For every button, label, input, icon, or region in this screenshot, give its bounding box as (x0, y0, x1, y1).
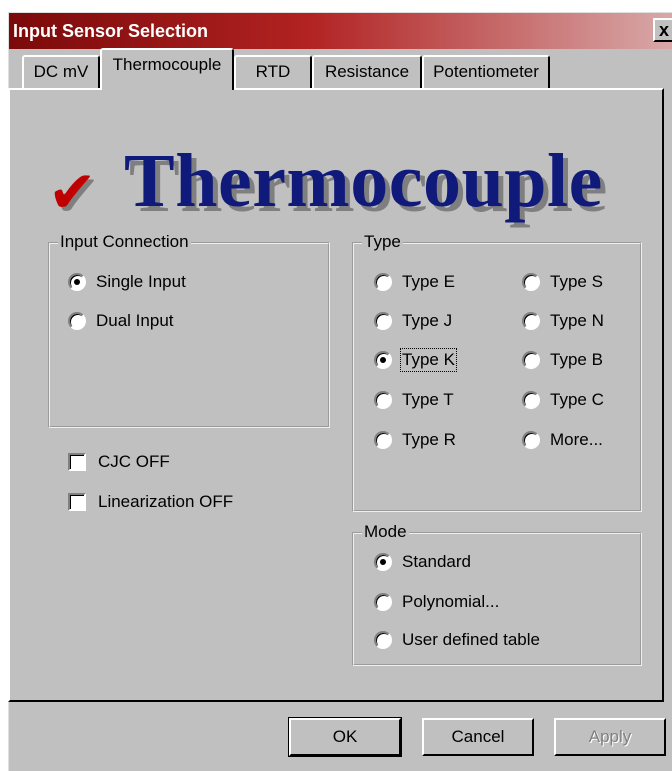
tab-label: Potentiometer (433, 62, 539, 81)
banner-title: Thermocouple (124, 139, 603, 223)
radio-label: Type S (550, 272, 603, 291)
tab-potentiometer[interactable]: Potentiometer (422, 55, 550, 88)
radio-type-e[interactable]: Type E (374, 270, 455, 294)
radio-indicator[interactable] (374, 431, 392, 449)
radio-standard[interactable]: Standard (374, 550, 471, 574)
checkbox-linearization-off[interactable]: Linearization OFF (68, 490, 233, 514)
radio-indicator[interactable] (374, 553, 392, 571)
checkbox-indicator[interactable] (68, 453, 86, 471)
radio-indicator[interactable] (522, 351, 540, 369)
tab-thermocouple[interactable]: Thermocouple (100, 48, 234, 90)
radio-indicator[interactable] (374, 593, 392, 611)
radio-label: Type E (402, 272, 455, 291)
tab-label: RTD (255, 62, 291, 81)
radio-indicator[interactable] (522, 273, 540, 291)
radio-indicator[interactable] (68, 273, 86, 291)
radio-type-r[interactable]: Type R (374, 428, 456, 452)
radio-label: Type T (402, 390, 454, 409)
cancel-button[interactable]: Cancel (422, 718, 534, 756)
radio-label: More... (550, 430, 603, 449)
checkbox-label: Linearization OFF (98, 492, 234, 511)
radio-indicator[interactable] (374, 273, 392, 291)
checkmark-icon: ✔ (48, 158, 97, 226)
radio-label: Standard (402, 552, 471, 571)
radio-dual-input[interactable]: Dual Input (68, 309, 174, 333)
radio-indicator[interactable] (522, 391, 540, 409)
checkbox-indicator[interactable] (68, 493, 86, 511)
radio-label: Type B (550, 350, 603, 369)
title-bar[interactable]: Input Sensor Selection x (9, 13, 672, 49)
tab-label: DC mV (33, 62, 89, 81)
tab-resistance[interactable]: Resistance (312, 55, 422, 88)
tab-label: Thermocouple (112, 55, 222, 74)
checkbox-cjc-off[interactable]: CJC OFF (68, 450, 170, 474)
radio-user-defined-table[interactable]: User defined table (374, 628, 540, 652)
thermocouple-banner: ✔ Thermocouple (48, 138, 648, 228)
radio-indicator[interactable] (68, 312, 86, 330)
tab-label: Resistance (324, 62, 410, 81)
group-label: Input Connection (58, 232, 191, 252)
apply-button[interactable]: Apply (554, 718, 666, 756)
radio-polynomial[interactable]: Polynomial... (374, 590, 499, 614)
radio-type-t[interactable]: Type T (374, 388, 454, 412)
window-title: Input Sensor Selection (13, 21, 209, 41)
radio-type-n[interactable]: Type N (522, 309, 604, 333)
radio-label: Type N (550, 311, 604, 330)
radio-type-b[interactable]: Type B (522, 348, 603, 372)
ok-button[interactable]: OK (288, 717, 402, 757)
radio-indicator[interactable] (374, 631, 392, 649)
radio-type-s[interactable]: Type S (522, 270, 603, 294)
radio-indicator[interactable] (522, 312, 540, 330)
radio-label: User defined table (402, 630, 540, 649)
group-label: Type (362, 232, 403, 252)
radio-label: Type C (550, 390, 604, 409)
close-button[interactable]: x (653, 18, 672, 42)
radio-type-c[interactable]: Type C (522, 388, 604, 412)
radio-indicator[interactable] (374, 351, 392, 369)
radio-type-k[interactable]: Type K (374, 348, 457, 372)
tab-dc-mv[interactable]: DC mV (22, 55, 100, 88)
radio-more[interactable]: More... (522, 428, 603, 452)
radio-label: Polynomial... (402, 592, 500, 611)
close-icon: x (658, 20, 669, 40)
radio-label: Type K (400, 348, 457, 372)
radio-indicator[interactable] (374, 312, 392, 330)
radio-label: Dual Input (96, 311, 174, 330)
checkbox-label: CJC OFF (98, 452, 170, 471)
radio-indicator[interactable] (374, 391, 392, 409)
radio-indicator[interactable] (522, 431, 540, 449)
group-label: Mode (362, 522, 409, 542)
radio-type-j[interactable]: Type J (374, 309, 452, 333)
tab-rtd[interactable]: RTD (234, 55, 312, 88)
radio-label: Single Input (96, 272, 186, 291)
radio-single-input[interactable]: Single Input (68, 270, 186, 294)
radio-label: Type R (402, 430, 456, 449)
radio-label: Type J (402, 311, 453, 330)
